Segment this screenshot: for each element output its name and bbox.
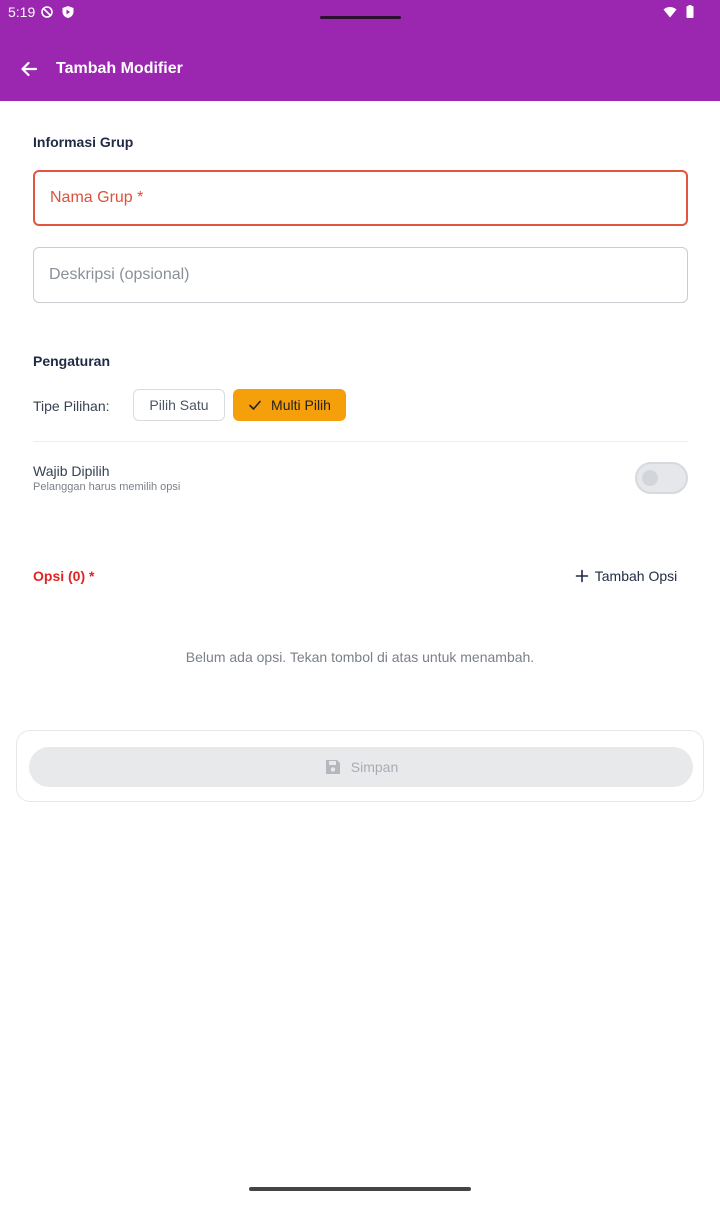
arrow-left-icon	[21, 61, 38, 77]
required-toggle[interactable]	[635, 462, 688, 494]
shield-icon	[61, 5, 75, 19]
check-icon	[249, 400, 261, 410]
back-button[interactable]	[14, 54, 44, 84]
save-label: Simpan	[350, 759, 399, 775]
settings-divider	[33, 441, 688, 442]
add-option-label: Tambah Opsi	[594, 568, 678, 584]
wifi-icon	[663, 5, 677, 19]
add-option-button[interactable]: Tambah Opsi	[568, 560, 684, 592]
single-choice-chip[interactable]: Pilih Satu	[133, 389, 225, 421]
toggle-knob	[642, 470, 658, 486]
app-header: 5:19 Tambah Modifier	[0, 0, 720, 101]
settings-heading: Pengaturan	[33, 353, 111, 369]
save-button[interactable]: Simpan	[29, 747, 693, 787]
camera-notch-bar	[320, 16, 401, 19]
battery-icon	[683, 5, 697, 19]
do-not-disturb-icon	[40, 5, 54, 19]
group-name-placeholder: Nama Grup *	[50, 189, 144, 206]
floppy-disk-icon	[325, 760, 340, 774]
app-bar: Tambah Modifier	[0, 34, 720, 101]
save-panel: Simpan	[16, 730, 704, 802]
multi-choice-label: Multi Pilih	[271, 397, 331, 413]
description-placeholder: Deskripsi (opsional)	[49, 266, 190, 283]
gesture-nav-handle[interactable]	[249, 1187, 471, 1191]
required-label: Wajib Dipilih	[33, 463, 110, 479]
required-description: Pelanggan harus memilih opsi	[33, 481, 181, 493]
status-bar: 5:19	[0, 0, 720, 26]
page-title: Tambah Modifier	[56, 60, 183, 77]
options-heading: Opsi (0) *	[33, 568, 95, 584]
plus-icon	[575, 569, 589, 583]
group-info-heading: Informasi Grup	[33, 134, 134, 150]
selection-type-label: Tipe Pilihan:	[33, 398, 110, 414]
group-name-field[interactable]: Nama Grup *	[33, 170, 688, 226]
multi-choice-chip[interactable]: Multi Pilih	[233, 389, 346, 421]
empty-options-message: Belum ada opsi. Tekan tombol di atas unt…	[185, 649, 535, 665]
description-field[interactable]: Deskripsi (opsional)	[33, 247, 688, 303]
status-time: 5:19	[8, 4, 36, 20]
single-choice-label: Pilih Satu	[149, 397, 209, 413]
